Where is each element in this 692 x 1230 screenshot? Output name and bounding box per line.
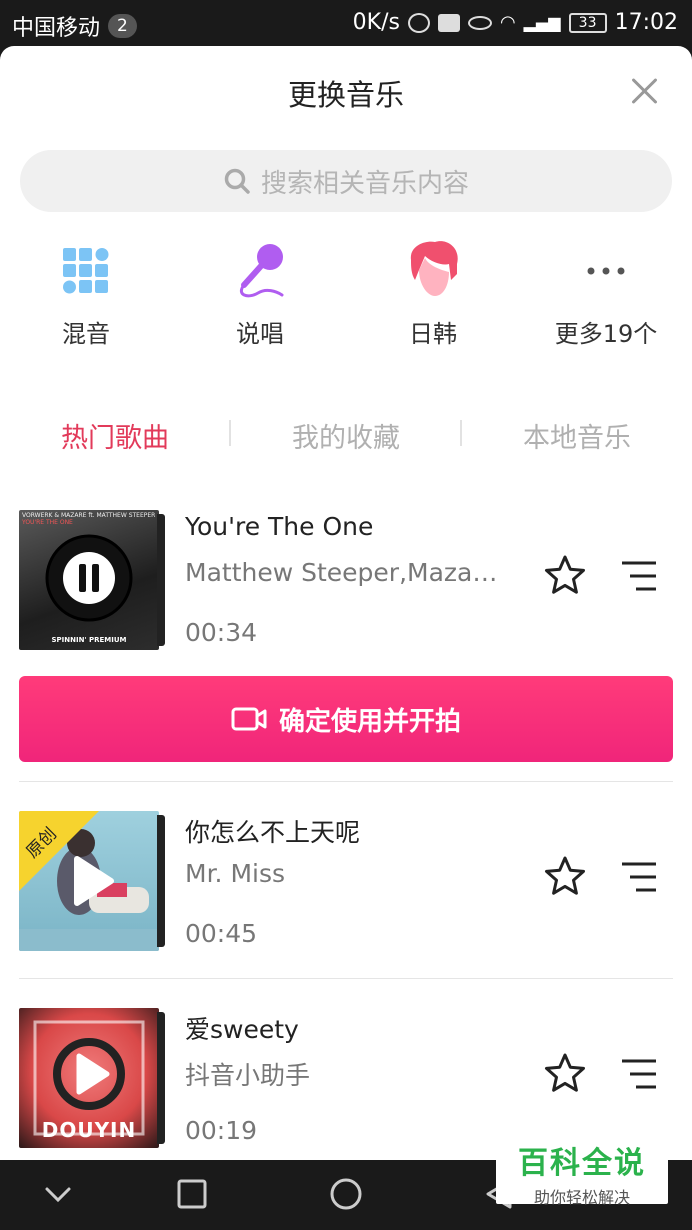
disc-edge <box>157 514 165 646</box>
playlist-menu-icon[interactable] <box>620 560 658 592</box>
carrier-name: 中国移动 <box>12 16 101 41</box>
song-cover[interactable]: 原创 <box>19 811 159 951</box>
watermark-logo: 百科全说 助你轻松解决 <box>496 1128 668 1207</box>
grid-icon <box>63 248 109 294</box>
song-title: You're The One <box>185 512 374 541</box>
notification-count-badge: 2 <box>108 14 137 38</box>
song-cover[interactable]: DOUYIN <box>19 1008 159 1148</box>
clock: 17:02 <box>614 10 678 35</box>
category-jk[interactable]: 日韩 <box>353 236 513 349</box>
song-row[interactable]: 原创 你怎么不上天呢 Mr. Miss 00:45 <box>0 811 692 961</box>
pause-icon <box>45 534 133 622</box>
song-title: 你怎么不上天呢 <box>185 818 361 847</box>
category-more[interactable]: 更多19个 <box>526 236 686 349</box>
song-row[interactable]: VORWERK & MAZARE ft. MATTHEW STEEPER YOU… <box>0 510 692 660</box>
favorite-star-icon[interactable] <box>544 1052 586 1094</box>
divider <box>19 978 673 979</box>
tab-local-music[interactable]: 本地音乐 <box>462 416 692 455</box>
status-bar: 中国移动 2 0K/s ◠ ▂▄▆ 33 17:02 <box>0 0 692 46</box>
playlist-menu-icon[interactable] <box>620 861 658 893</box>
play-icon <box>74 856 114 906</box>
song-artist: Matthew Steeper,Mazare,Vorwerk <box>185 558 505 587</box>
favorite-star-icon[interactable] <box>544 554 586 596</box>
tab-hot-songs[interactable]: 热门歌曲 <box>0 416 230 455</box>
page-title: 更换音乐 <box>287 78 404 112</box>
confirm-and-shoot-button[interactable]: 确定使用并开拍 <box>19 676 673 762</box>
song-artist: 抖音小助手 <box>185 1061 311 1090</box>
search-input[interactable]: 搜索相关音乐内容 <box>20 150 672 212</box>
song-duration: 00:34 <box>185 618 258 647</box>
more-dots-icon <box>587 267 625 275</box>
category-row: 混音 说唱 日韩 更多19个 <box>0 236 692 349</box>
tab-bar: 热门歌曲 我的收藏 本地音乐 <box>0 416 692 466</box>
music-picker-sheet: 更换音乐 搜索相关音乐内容 混音 说唱 日韩 更多19个 热门歌曲 我的收藏 本… <box>0 46 692 1160</box>
song-artist: Mr. Miss <box>185 859 286 888</box>
microphone-icon <box>239 244 284 298</box>
category-label: 混音 <box>62 320 110 348</box>
recent-apps-icon[interactable] <box>176 1178 208 1210</box>
battery-icon: 33 <box>568 12 607 33</box>
playlist-menu-icon[interactable] <box>620 1058 658 1090</box>
network-speed: 0K/s <box>352 10 400 35</box>
alarm-icon <box>407 12 430 33</box>
cover-label: DOUYIN <box>41 1118 137 1142</box>
cover-label: SPINNIN' PREMIUM <box>51 636 127 644</box>
category-label: 日韩 <box>409 320 457 348</box>
eye-icon <box>467 15 492 30</box>
disc-edge <box>157 1012 165 1144</box>
wifi-icon: ◠ <box>499 12 516 33</box>
category-label: 更多19个 <box>554 320 658 348</box>
song-duration: 00:19 <box>185 1116 258 1145</box>
search-placeholder: 搜索相关音乐内容 <box>260 168 469 199</box>
disc-edge <box>157 815 165 947</box>
avatar-icon <box>410 241 458 296</box>
song-title: 爱sweety <box>185 1015 299 1044</box>
category-mix[interactable]: 混音 <box>6 236 166 349</box>
divider <box>19 781 673 782</box>
song-cover[interactable]: VORWERK & MAZARE ft. MATTHEW STEEPER YOU… <box>19 510 159 650</box>
watermark-subtitle: 助你轻松解决 <box>533 1188 630 1207</box>
close-icon[interactable] <box>630 76 660 106</box>
watermark-title: 百科全说 <box>518 1146 646 1181</box>
video-camera-icon <box>231 707 267 731</box>
confirm-button-label: 确定使用并开拍 <box>278 706 461 737</box>
category-label: 说唱 <box>236 320 284 348</box>
home-icon[interactable] <box>329 1177 363 1211</box>
category-rap[interactable]: 说唱 <box>180 236 340 349</box>
hd-icon <box>437 13 460 32</box>
tab-favorites[interactable]: 我的收藏 <box>231 416 461 455</box>
favorite-star-icon[interactable] <box>544 855 586 897</box>
song-duration: 00:45 <box>185 919 258 948</box>
search-icon <box>224 168 250 194</box>
collapse-nav-icon[interactable] <box>44 1186 72 1204</box>
signal-icon: ▂▄▆ <box>523 13 561 32</box>
